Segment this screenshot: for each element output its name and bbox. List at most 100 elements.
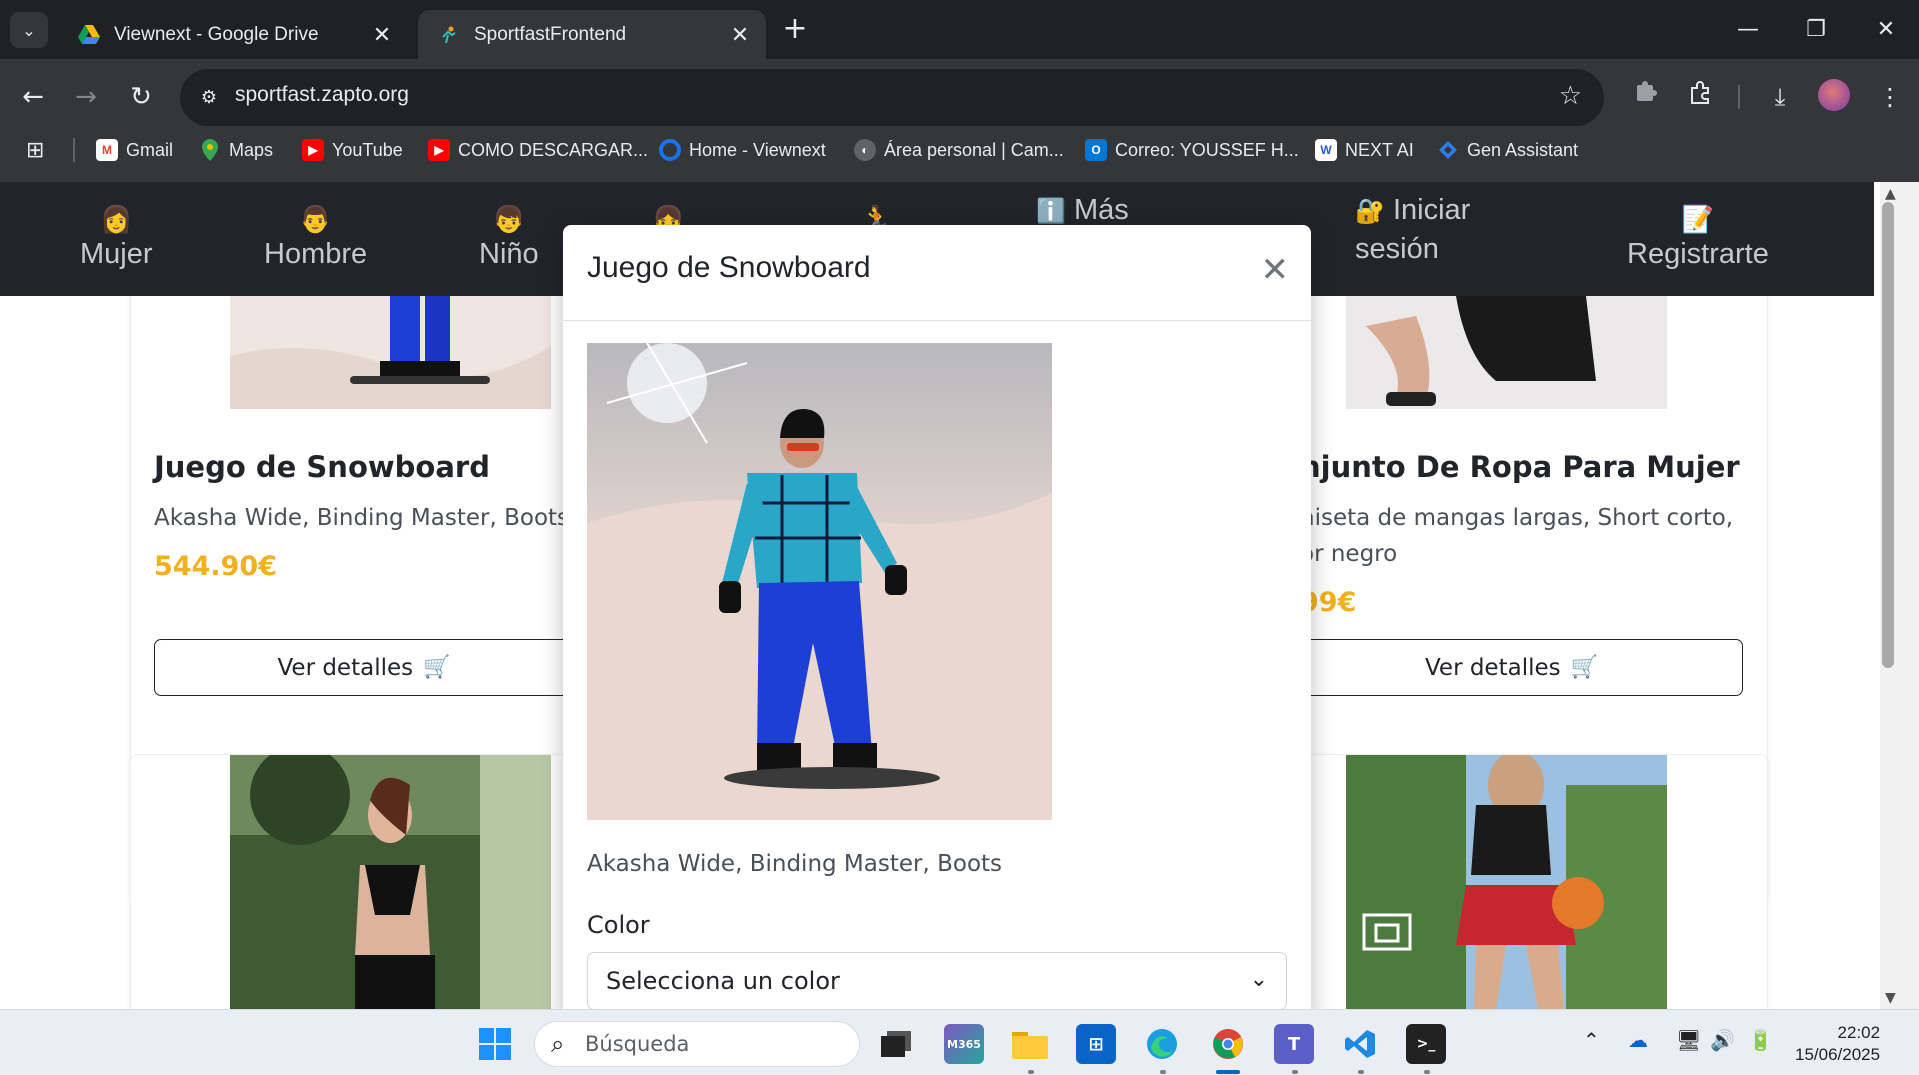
nav-mujer[interactable]: 👩 Mujer xyxy=(80,200,153,271)
nav-mas[interactable]: ℹ️ Más xyxy=(1036,194,1129,227)
battery-icon[interactable]: 🔋 xyxy=(1748,1028,1773,1052)
reload-icon[interactable]: ↻ xyxy=(123,79,159,115)
new-tab-button[interactable]: + xyxy=(780,14,810,44)
running-app-indicator xyxy=(1160,1070,1166,1074)
color-label: Color xyxy=(587,911,650,939)
bookmark-home-viewnext[interactable]: Home - Viewnext xyxy=(659,134,826,166)
bookmark-area-personal[interactable]: ◐ Área personal | Cam... xyxy=(854,134,1064,166)
bookmark-label: Maps xyxy=(229,139,274,160)
nav-label: sesión xyxy=(1355,233,1439,265)
product-image[interactable] xyxy=(1346,755,1667,1009)
show-hidden-icons-icon[interactable]: ⌃ xyxy=(1583,1028,1600,1052)
product-title[interactable]: njunto De Ropa Para Mujer xyxy=(1300,450,1740,484)
nav-nino[interactable]: 👦 Niño xyxy=(479,200,539,271)
url-text[interactable]: sportfast.zapto.org xyxy=(235,83,409,107)
chrome-icon[interactable] xyxy=(1208,1024,1248,1064)
nav-hombre[interactable]: 👨 Hombre xyxy=(264,200,367,271)
profile-avatar[interactable] xyxy=(1818,79,1850,111)
m365-icon[interactable]: M365 xyxy=(944,1024,984,1064)
running-app-indicator xyxy=(1424,1070,1430,1074)
site-info-icon[interactable]: ⚙ xyxy=(192,81,226,115)
close-tab-icon[interactable]: ✕ xyxy=(728,22,752,48)
system-clock[interactable]: 22:02 15/06/2025 xyxy=(1795,1022,1880,1066)
task-view-icon[interactable] xyxy=(876,1024,916,1064)
bookmark-star-icon[interactable]: ☆ xyxy=(1559,81,1582,111)
gen-assistant-icon xyxy=(1437,139,1459,161)
edge-icon[interactable] xyxy=(1142,1024,1182,1064)
modal-product-image xyxy=(587,343,1052,820)
onedrive-icon[interactable]: ☁ xyxy=(1628,1028,1648,1052)
nav-label: Mujer xyxy=(80,238,153,270)
register-note-icon: 📝 xyxy=(1681,204,1715,234)
close-icon[interactable]: ✕ xyxy=(1261,253,1290,287)
ver-detalles-button[interactable]: Ver detalles 🛒 xyxy=(1280,639,1743,696)
select-value: Selecciona un color xyxy=(606,967,840,995)
vscode-icon[interactable] xyxy=(1340,1024,1380,1064)
product-modal: Juego de Snowboard ✕ Akasha Wide, Bindin… xyxy=(563,225,1311,1009)
bookmark-label: Gmail xyxy=(126,139,174,160)
search-icon: ⌕ xyxy=(551,1030,565,1058)
cart-icon: 🛒 xyxy=(423,655,451,680)
tab-sportfast[interactable]: SportfastFrontend ✕ xyxy=(418,10,766,59)
chevron-down-icon: ⌄ xyxy=(22,20,36,40)
menu-kebab-icon[interactable]: ⋮ xyxy=(1872,79,1908,115)
download-icon[interactable]: ⤓ xyxy=(1762,79,1798,115)
product-image[interactable] xyxy=(230,296,551,409)
product-title[interactable]: Juego de Snowboard xyxy=(154,450,490,484)
bookmark-label: Home - Viewnext xyxy=(689,139,826,160)
scroll-up-icon[interactable]: ▲ xyxy=(1885,186,1896,202)
man-icon: 👨 xyxy=(299,204,332,234)
product-image[interactable] xyxy=(230,755,551,1009)
tab-search-button[interactable]: ⌄ xyxy=(10,12,48,48)
button-label: Ver detalles xyxy=(1424,654,1561,681)
outlook-icon: O xyxy=(1085,139,1107,161)
bookmark-como-descargar[interactable]: ▶ COMO DESCARGAR... xyxy=(428,134,648,166)
nav-label: Más xyxy=(1073,194,1129,226)
scrollbar-thumb[interactable] xyxy=(1882,202,1894,668)
bookmark-youtube[interactable]: ▶ YouTube xyxy=(302,134,403,166)
running-app-indicator xyxy=(1358,1070,1364,1074)
extension-puzzle-icon[interactable] xyxy=(1628,79,1664,115)
teams-icon[interactable]: T xyxy=(1274,1024,1314,1064)
windows-start-icon[interactable] xyxy=(475,1024,515,1064)
terminal-icon[interactable]: >_ xyxy=(1406,1024,1446,1064)
ver-detalles-button[interactable]: Ver detalles 🛒 xyxy=(154,639,574,696)
color-select[interactable]: Selecciona un color ⌄ xyxy=(587,952,1287,1009)
sportfast-favicon-icon xyxy=(438,24,460,46)
woman-icon: 👩 xyxy=(100,204,133,234)
bookmark-gen-assistant[interactable]: Gen Assistant xyxy=(1437,134,1578,166)
search-placeholder: Búsqueda xyxy=(585,1032,690,1056)
bookmark-label: Gen Assistant xyxy=(1467,139,1579,160)
product-image[interactable] xyxy=(1346,296,1667,409)
nav-registrarte[interactable]: 📝 Registrarte xyxy=(1627,200,1769,271)
back-icon[interactable]: ← xyxy=(15,79,51,115)
windows-taskbar: ⌕ Búsqueda M365 ⊞ T >_ ⌃ ☁ 🖥 🔊 🔋 22:02 1… xyxy=(0,1009,1919,1075)
nav-iniciar-sesion[interactable]: 🔐 Iniciar sesión xyxy=(1355,194,1470,271)
bookmark-label: YouTube xyxy=(332,139,403,160)
close-window-icon[interactable]: ✕ xyxy=(1866,12,1906,48)
close-tab-icon[interactable]: ✕ xyxy=(370,22,394,48)
microsoft-store-icon[interactable]: ⊞ xyxy=(1076,1024,1116,1064)
bookmark-maps[interactable]: Maps xyxy=(199,134,273,166)
running-app-indicator xyxy=(1028,1070,1034,1074)
bookmark-gmail[interactable]: M Gmail xyxy=(96,134,173,166)
youtube-icon: ▶ xyxy=(428,139,450,161)
tab-google-drive[interactable]: Viewnext - Google Drive ✕ xyxy=(58,10,408,59)
taskbar-search[interactable]: ⌕ Búsqueda xyxy=(534,1021,860,1067)
apps-grid-icon[interactable]: ⊞ xyxy=(26,138,50,163)
minimize-icon[interactable]: — xyxy=(1728,12,1768,48)
bookmark-correo[interactable]: O Correo: YOUSSEF H... xyxy=(1085,134,1299,166)
extensions-icon[interactable] xyxy=(1682,79,1718,115)
maps-icon xyxy=(199,139,221,161)
network-icon[interactable]: 🖥 xyxy=(1676,1028,1701,1052)
forward-icon[interactable]: → xyxy=(68,79,104,115)
scroll-down-icon[interactable]: ▼ xyxy=(1885,990,1896,1006)
viewnext-icon xyxy=(659,139,681,161)
file-explorer-icon[interactable] xyxy=(1010,1024,1050,1064)
address-bar[interactable]: ⚙ sportfast.zapto.org ☆ xyxy=(180,69,1604,126)
bookmark-next-ai[interactable]: W NEXT AI xyxy=(1315,134,1414,166)
next-ai-icon: W xyxy=(1315,139,1337,161)
volume-icon[interactable]: 🔊 xyxy=(1710,1028,1735,1052)
restore-icon[interactable]: ❐ xyxy=(1796,12,1836,48)
bookmark-label: COMO DESCARGAR... xyxy=(458,139,649,160)
